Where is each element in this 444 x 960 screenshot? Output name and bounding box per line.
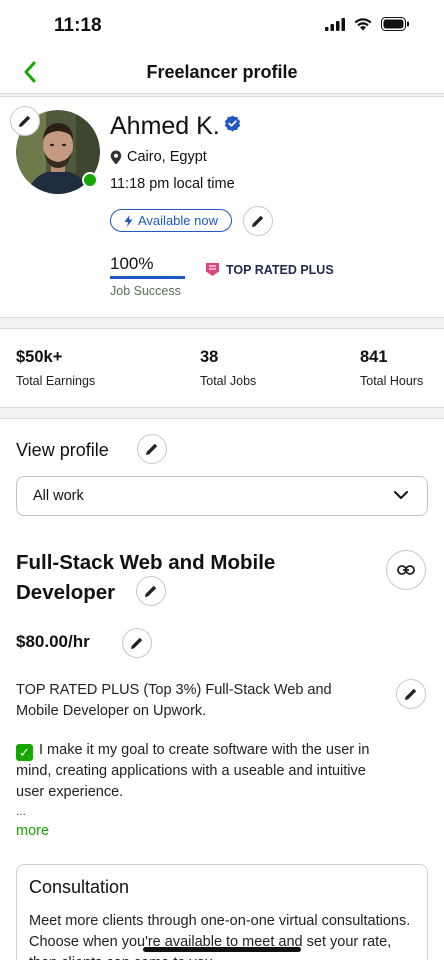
consultation-card: Consultation Meet more clients through o… [16,864,428,960]
verified-badge-icon [224,115,241,132]
link-icon [397,565,415,575]
lightning-icon [124,214,133,227]
job-title: Full-Stack Web and Mobile Developer [16,551,276,604]
stat-label: Total Earnings [16,374,96,388]
signal-icon [325,17,345,31]
pencil-icon [19,115,31,127]
page-title: Freelancer profile [146,62,298,82]
consultation-title: Consultation [29,877,130,897]
pencil-icon [405,688,417,700]
top-rated-plus-badge: TOP RATED PLUS [205,262,334,277]
description-intro: TOP RATED PLUS (Top 3%) Full-Stack Web a… [16,682,332,719]
hourly-rate: $80.00/hr [16,632,90,651]
copy-link-button[interactable] [386,550,426,590]
pencil-icon [131,637,143,649]
chevron-down-icon [394,491,408,499]
edit-availability-button[interactable] [243,206,273,236]
avatar-wrap [10,106,100,194]
stat-total-hours: 841 Total Hours [360,348,423,388]
availability-label: Available now [138,213,218,228]
dropdown-value: All work [33,488,84,504]
description-body: ✓ I make it my goal to create software wi… [16,740,386,803]
stat-value: 841 [360,348,388,366]
view-profile-heading: View profile [16,440,109,460]
work-filter-dropdown[interactable]: All work [16,476,428,516]
profile-name: Ahmed K. [110,112,220,140]
availability-badge[interactable]: Available now [110,209,232,232]
status-icons [325,17,410,31]
stat-total-earnings: $50k+ Total Earnings [16,348,95,388]
top-rated-plus-icon [206,263,219,276]
job-success-label: Job Success [110,284,181,298]
wifi-icon [354,18,372,31]
job-success-value: 100% [110,254,154,273]
consultation-text: Meet more clients through one-on-one vir… [29,913,411,960]
status-time: 11:18 [54,15,102,36]
check-mark-icon: ✓ [16,744,33,761]
description-body-text: I make it my goal to create software wit… [16,742,370,800]
pencil-icon [146,443,158,455]
stat-total-jobs: 38 Total Jobs [200,348,256,388]
edit-title-button[interactable] [136,576,166,606]
battery-icon [381,17,409,31]
top-rated-plus-label: TOP RATED PLUS [226,262,334,277]
edit-rate-button[interactable] [122,628,152,658]
online-status-dot [82,172,98,188]
location-text: Cairo, Egypt [127,149,207,165]
stat-value: $50k+ [16,348,63,366]
stat-value: 38 [200,348,219,366]
local-time: 11:18 pm local time [110,176,235,192]
status-bar: 11:18 [0,0,444,50]
location-pin-icon [110,150,122,164]
description-ellipsis: ... [16,804,27,818]
edit-view-profile-button[interactable] [137,434,167,464]
edit-avatar-button[interactable] [10,106,40,136]
more-link[interactable]: more [16,823,49,839]
pencil-icon [145,585,157,597]
stat-label: Total Jobs [200,374,257,388]
job-success-bar [110,276,185,279]
stat-label: Total Hours [360,374,424,388]
profile-location: Cairo, Egypt [110,149,207,165]
edit-description-button[interactable] [396,679,426,709]
home-indicator [143,947,301,952]
pencil-icon [252,215,264,227]
nav-bar: Freelancer profile [0,50,444,94]
